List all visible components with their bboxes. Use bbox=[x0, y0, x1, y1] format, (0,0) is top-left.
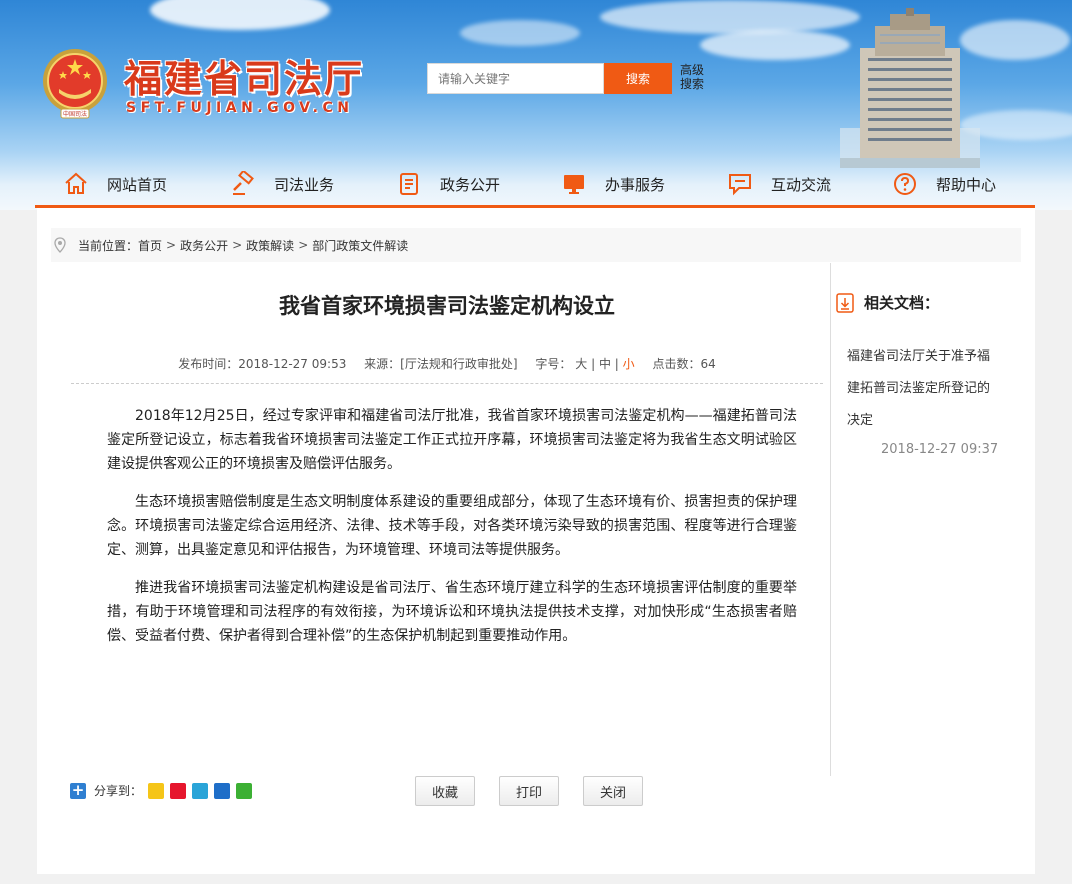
article-paragraph: 生态环境损害赔偿制度是生态文明制度体系建设的重要组成部分，体现了生态环境有价、损… bbox=[107, 494, 797, 558]
article-source: 来源：[厅法规和行政审批处] bbox=[364, 357, 518, 371]
breadcrumb-item-government-affairs[interactable]: 政务公开 bbox=[180, 237, 228, 254]
cloud-decoration bbox=[150, 0, 330, 30]
nav-item-government-affairs[interactable]: 政务公开 bbox=[396, 163, 500, 205]
close-button[interactable]: 关闭 bbox=[583, 776, 643, 806]
gavel-icon bbox=[233, 171, 254, 195]
nav-label: 办事服务 bbox=[605, 175, 666, 194]
font-size-label: 字号： bbox=[535, 357, 572, 371]
weibo-icon[interactable] bbox=[170, 782, 187, 799]
font-size-small[interactable]: 小 bbox=[623, 357, 635, 371]
nav-label: 帮助中心 bbox=[936, 175, 997, 194]
building-illustration bbox=[840, 8, 980, 168]
monitor-icon bbox=[564, 175, 584, 194]
meta-divider bbox=[71, 383, 823, 384]
breadcrumb-separator: > bbox=[298, 238, 309, 252]
cloud-decoration bbox=[600, 0, 860, 34]
advanced-search-link[interactable]: 高级 搜索 bbox=[680, 63, 710, 91]
sidebar-divider bbox=[830, 263, 831, 776]
related-docs-heading: 相关文档： bbox=[836, 292, 939, 313]
home-icon bbox=[65, 172, 87, 194]
renren-icon[interactable] bbox=[214, 782, 231, 799]
nav-item-help[interactable]: 帮助中心 bbox=[892, 163, 996, 205]
advanced-search-line2: 搜索 bbox=[680, 77, 705, 91]
content-container: 当前位置： 首页 > 政务公开 > 政策解读 > 部门政策文件解读 我省首家环境… bbox=[37, 208, 1035, 874]
advanced-search-line1: 高级 bbox=[680, 63, 705, 77]
click-count: 点击数：64 bbox=[652, 357, 716, 371]
nav-label: 政务公开 bbox=[440, 175, 501, 194]
breadcrumb-item-policy-interpretation[interactable]: 政策解读 bbox=[246, 237, 294, 254]
article-title: 我省首家环境损害司法鉴定机构设立 bbox=[279, 294, 615, 318]
breadcrumb-item-home[interactable]: 首页 bbox=[138, 237, 162, 254]
nav-label: 互动交流 bbox=[771, 175, 832, 194]
wechat-icon[interactable] bbox=[236, 782, 253, 799]
share-plus-icon[interactable]: + bbox=[70, 782, 86, 799]
emblem-caption: 中国司法 bbox=[63, 110, 87, 118]
tencent-weibo-icon[interactable] bbox=[192, 782, 209, 799]
breadcrumb-prefix: 当前位置： bbox=[78, 238, 139, 253]
font-size-divider: | bbox=[591, 357, 596, 371]
article-paragraph: 推进我省环境损害司法鉴定机构建设是省司法厅、省生态环境厅建立科学的生态环境损害评… bbox=[107, 580, 797, 644]
download-doc-icon bbox=[836, 292, 854, 313]
location-pin-icon bbox=[54, 237, 66, 253]
article-body: 2018年12月25日，经过专家评审和福建省司法厅批准，我省首家环境损害司法鉴定… bbox=[107, 404, 797, 662]
nav-item-judicial-business[interactable]: 司法业务 bbox=[230, 163, 334, 205]
favorite-button[interactable]: 收藏 bbox=[415, 776, 475, 806]
site-url: SFT.FUJIAN.GOV.CN bbox=[126, 100, 354, 116]
nav-item-services[interactable]: 办事服务 bbox=[561, 163, 665, 205]
qzone-icon[interactable] bbox=[148, 782, 165, 799]
share-bar: + 分享到： bbox=[70, 782, 253, 799]
chat-icon bbox=[729, 174, 751, 196]
article-paragraph: 2018年12月25日，经过专家评审和福建省司法厅批准，我省首家环境损害司法鉴定… bbox=[107, 408, 797, 472]
font-size-large[interactable]: 大 bbox=[575, 357, 587, 371]
justice-emblem-logo: 中国司法 bbox=[43, 49, 107, 119]
help-icon bbox=[894, 173, 916, 195]
publish-time: 发布时间：2018-12-27 09:53 bbox=[178, 357, 347, 371]
related-doc-link[interactable]: 福建省司法厅关于准予福建拓普司法鉴定所登记的决定 bbox=[847, 341, 995, 437]
article-meta: 发布时间：2018-12-27 09:53 来源：[厅法规和行政审批处] 字号：… bbox=[71, 355, 823, 372]
share-label: 分享到： bbox=[94, 784, 143, 798]
font-size-medium[interactable]: 中 bbox=[599, 357, 611, 371]
font-size-divider: | bbox=[614, 357, 619, 371]
print-button[interactable]: 打印 bbox=[499, 776, 559, 806]
site-title[interactable]: 福建省司法厅 bbox=[124, 48, 364, 103]
cloud-decoration bbox=[700, 30, 850, 60]
search-button[interactable]: 搜索 bbox=[604, 63, 672, 94]
breadcrumb: 当前位置： 首页 > 政务公开 > 政策解读 > 部门政策文件解读 bbox=[51, 228, 1021, 262]
breadcrumb-separator: > bbox=[232, 238, 243, 252]
nav-label: 司法业务 bbox=[274, 175, 335, 194]
nav-item-home[interactable]: 网站首页 bbox=[63, 163, 167, 205]
document-icon bbox=[400, 173, 418, 195]
nav-item-interaction[interactable]: 互动交流 bbox=[727, 163, 831, 205]
cloud-decoration bbox=[460, 20, 580, 46]
nav-label: 网站首页 bbox=[107, 175, 168, 194]
related-doc-date: 2018-12-27 09:37 bbox=[881, 442, 999, 457]
breadcrumb-item-department-docs[interactable]: 部门政策文件解读 bbox=[312, 237, 408, 254]
search-input[interactable] bbox=[427, 63, 604, 94]
breadcrumb-separator: > bbox=[166, 238, 177, 252]
main-nav: 网站首页 司法业务 政务公开 办事服务 互动交流 帮助中心 bbox=[35, 163, 1035, 208]
related-docs-title: 相关文档： bbox=[864, 294, 940, 312]
